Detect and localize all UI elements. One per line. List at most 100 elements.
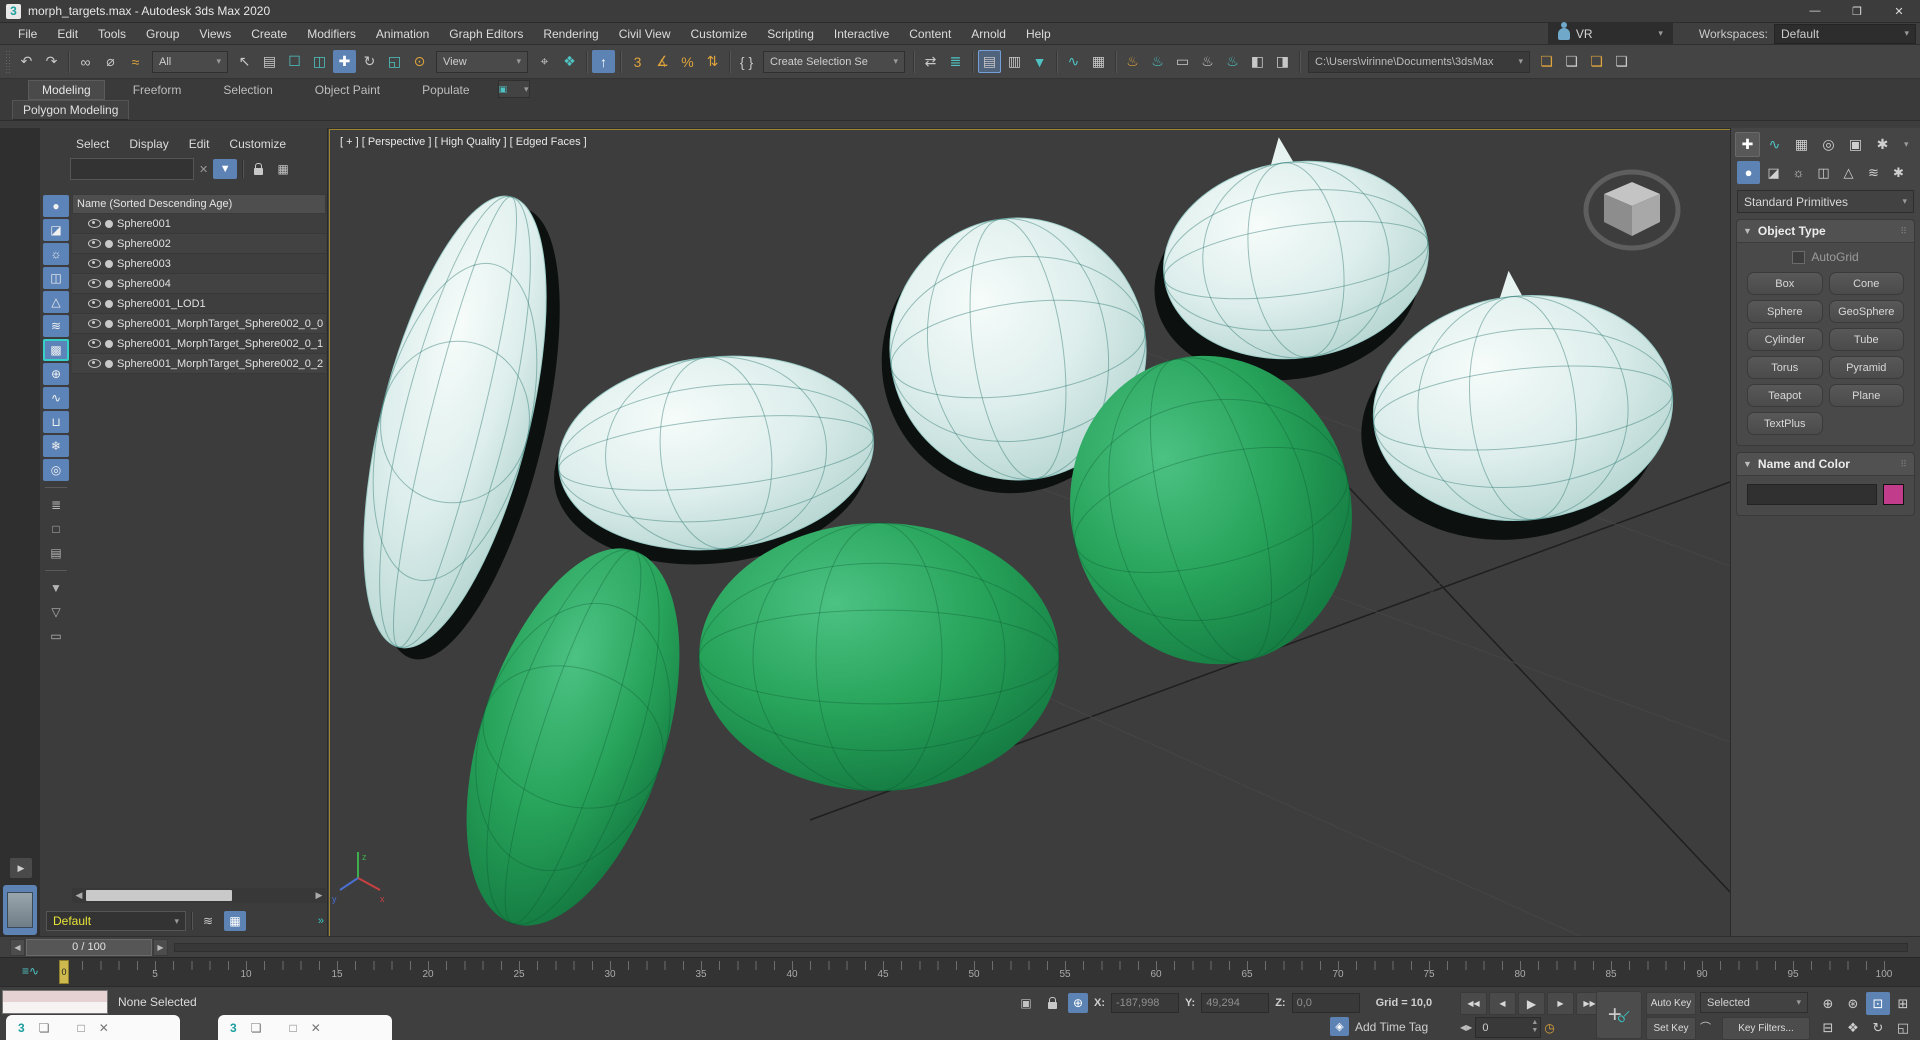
select-and-manipulate-button[interactable]: ❖ [558,50,581,73]
cylinder-button[interactable]: Cylinder [1747,328,1823,351]
display-shapes-toggle[interactable]: ◪ [43,219,69,241]
category-cameras[interactable]: ◫ [1812,161,1835,184]
select-by-name-button[interactable]: ▤ [258,50,281,73]
utilities-flyout-arrow[interactable]: ▾ [1904,139,1918,150]
layout-window-tool-3[interactable]: ❏ [1585,50,1608,73]
sphere-button[interactable]: Sphere [1747,300,1823,323]
visibility-eye-icon[interactable] [88,319,101,328]
scene-object-row[interactable]: Sphere001_MorphTarget_Sphere002_0_1 [72,334,326,354]
new-container-button[interactable]: ▭ [43,625,69,647]
layout-window-tool-1[interactable]: ❏ [1535,50,1558,73]
restore-icon[interactable]: □ [77,1021,84,1035]
display-space-warps-toggle[interactable]: ≋ [43,315,69,337]
pan-button[interactable]: ❖ [1841,1016,1865,1039]
scene-object-row[interactable]: Sphere003 [72,254,326,274]
key-selection-set-dropdown[interactable]: Selected ▾ [1700,992,1808,1013]
play-button[interactable]: ▶ [1518,992,1545,1015]
object-type-dot-icon[interactable] [105,260,113,268]
render-setup-button[interactable]: ♨ [1146,50,1169,73]
menu-item[interactable]: Arnold [961,25,1016,43]
display-geometry-toggle[interactable]: ● [43,195,69,217]
search-filter-button[interactable]: ▼ [213,159,237,179]
menu-item[interactable]: Create [241,25,297,43]
cone-button[interactable]: Cone [1829,272,1905,295]
object-color-swatch[interactable] [1883,484,1904,505]
view-cube[interactable] [1586,172,1678,248]
polygon-modeling-panel-button[interactable]: Polygon Modeling [12,100,129,120]
z-coordinate-field[interactable]: 0,0 [1292,993,1360,1013]
scene-object-row[interactable]: Sphere002 [72,234,326,254]
previous-frame-slider-button[interactable]: ◀ [10,939,25,956]
time-slider-thumb[interactable]: 0 / 100 [26,939,152,956]
reference-coordinate-system-dropdown[interactable]: View ▾ [436,51,528,73]
visibility-eye-icon[interactable] [88,299,101,308]
scene-object-row[interactable]: Sphere001_MorphTarget_Sphere002_0_2 [72,354,326,374]
tab-motion[interactable]: ◎ [1816,132,1841,157]
display-xrefs-toggle[interactable]: ⊕ [43,363,69,385]
bind-to-space-warp-button[interactable]: ≈ [124,50,147,73]
menu-item[interactable]: Animation [366,25,439,43]
unlink-selection-button[interactable]: ⌀ [99,50,122,73]
zoom-extents-button[interactable]: ⊡ [1866,992,1890,1015]
display-bones-toggle[interactable]: ∿ [43,387,69,409]
detail-view-button[interactable]: ▤ [43,542,69,564]
object-type-dot-icon[interactable] [105,320,113,328]
ribbon-config-dropdown[interactable]: ▣▾ [498,80,530,98]
close-icon[interactable]: ✕ [311,1021,321,1035]
menu-item[interactable]: Tools [88,25,136,43]
green-sphere-pancake[interactable] [699,523,1059,791]
category-systems[interactable]: ✱ [1887,161,1910,184]
torus-button[interactable]: Torus [1747,356,1823,379]
scene-object-row[interactable]: Sphere001 [72,214,326,234]
filter-combinations-button[interactable]: ▼ [43,577,69,599]
menu-item[interactable]: Interactive [824,25,899,43]
name-and-color-rollout-header[interactable]: ▼ Name and Color ⠿ [1737,453,1914,476]
visibility-eye-icon[interactable] [88,219,101,228]
percent-snap-toggle[interactable]: % [676,50,699,73]
set-key-button[interactable]: Set Key [1646,1017,1696,1040]
category-helpers[interactable]: △ [1837,161,1860,184]
zoom-all-button[interactable]: ⊛ [1841,992,1865,1015]
category-geometry[interactable]: ● [1737,161,1760,184]
object-type-rollout-header[interactable]: ▼ Object Type ⠿ [1737,220,1914,243]
current-frame-field[interactable]: 0 ▲▼ [1475,1017,1541,1038]
tab-create[interactable]: ✚ [1735,132,1760,157]
rectangular-selection-region-button[interactable]: ☐ [283,50,306,73]
maxscript-mini-listener[interactable] [2,990,108,1014]
category-shapes[interactable]: ◪ [1762,161,1785,184]
rendered-frame-window-button[interactable]: ▭ [1171,50,1194,73]
explorer-layer-dropdown[interactable]: Default ▾ [46,911,186,931]
clear-search-icon[interactable]: ✕ [199,163,208,176]
restore-icon[interactable]: □ [289,1021,296,1035]
snaps-toggle-3d[interactable]: 3 [626,50,649,73]
viewport-label[interactable]: [ + ] [ Perspective ] [ High Quality ] [… [340,136,587,148]
plane-button[interactable]: Plane [1829,384,1905,407]
menu-item[interactable]: Rendering [533,25,608,43]
teapot-button[interactable]: Teapot [1747,384,1823,407]
menu-item[interactable]: Views [189,25,241,43]
pyramid-button[interactable]: Pyramid [1829,356,1905,379]
object-type-dot-icon[interactable] [105,360,113,368]
sign-in-user-dropdown[interactable]: VR ▾ [1548,23,1673,44]
explorer-settings-button[interactable]: ▦ [273,159,293,179]
visibility-eye-icon[interactable] [88,259,101,268]
ribbon-tab[interactable]: Populate [408,80,483,100]
menu-item[interactable]: Edit [47,25,88,43]
auto-key-button[interactable]: Auto Key [1646,992,1696,1015]
redo-button[interactable]: ↷ [40,50,63,73]
named-selection-sets-dropdown[interactable]: Create Selection Se ▾ [763,51,905,73]
curve-editor-button[interactable]: ∿ [1062,50,1085,73]
toggle-layer-explorer-button[interactable]: ▥ [1003,50,1026,73]
object-type-dot-icon[interactable] [105,240,113,248]
display-lights-toggle[interactable]: ☼ [43,243,69,265]
display-cameras-toggle[interactable]: ◫ [43,267,69,289]
floating-window-2[interactable]: 3 ❏ □ ✕ [218,1015,392,1040]
orbit-button[interactable]: ↻ [1866,1016,1890,1039]
scroll-left-icon[interactable]: ◀ [72,890,86,901]
menu-item[interactable]: File [8,25,47,43]
toggle-set-key-mode-button[interactable]: + o– [1596,991,1642,1039]
dock-expand-button[interactable]: ▶ [10,858,32,878]
textplus-button[interactable]: TextPlus [1747,412,1823,435]
zoom-button[interactable]: ⊕ [1816,992,1840,1015]
menu-item[interactable]: Modifiers [297,25,366,43]
